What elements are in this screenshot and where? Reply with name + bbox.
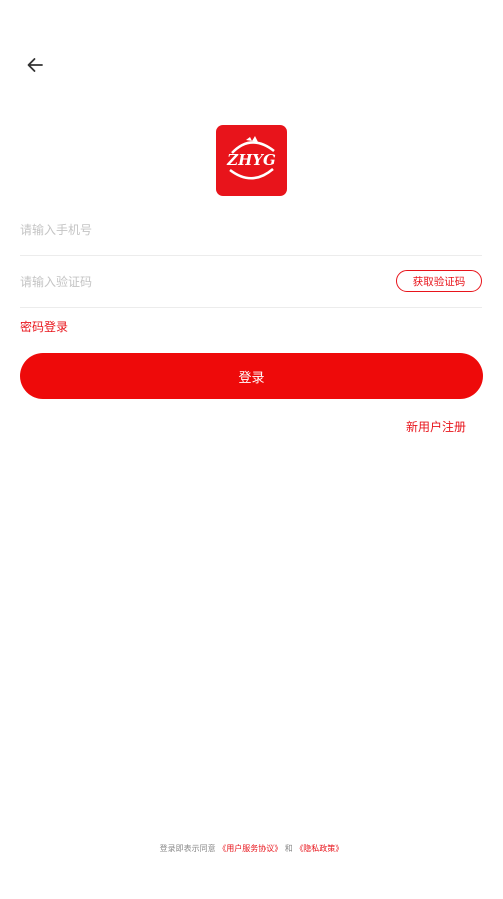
arrow-left-icon (27, 58, 43, 72)
phone-input[interactable] (20, 223, 360, 237)
back-button[interactable] (22, 52, 48, 78)
phone-field-row (20, 205, 482, 256)
get-code-button[interactable]: 获取验证码 (396, 270, 482, 292)
agreement-text: 登录即表示同意 《用户服务协议》 和 《隐私政策》 (0, 843, 503, 854)
agreement-conjunction: 和 (284, 844, 293, 853)
logo-text: ZHYG (226, 151, 276, 169)
user-agreement-link[interactable]: 《用户服务协议》 (218, 844, 282, 853)
privacy-policy-link[interactable]: 《隐私政策》 (295, 844, 343, 853)
code-field-row: 获取验证码 (20, 257, 482, 308)
password-login-link[interactable]: 密码登录 (20, 318, 68, 335)
register-link[interactable]: 新用户注册 (406, 418, 466, 435)
login-button[interactable]: 登录 (20, 353, 483, 399)
code-input[interactable] (20, 275, 360, 289)
login-page: ZHYG 获取验证码 密码登录 登录 新用户注册 登录即表示同意 《用户服务协议… (0, 0, 503, 899)
app-logo: ZHYG (216, 125, 287, 196)
agreement-prefix: 登录即表示同意 (159, 844, 216, 853)
